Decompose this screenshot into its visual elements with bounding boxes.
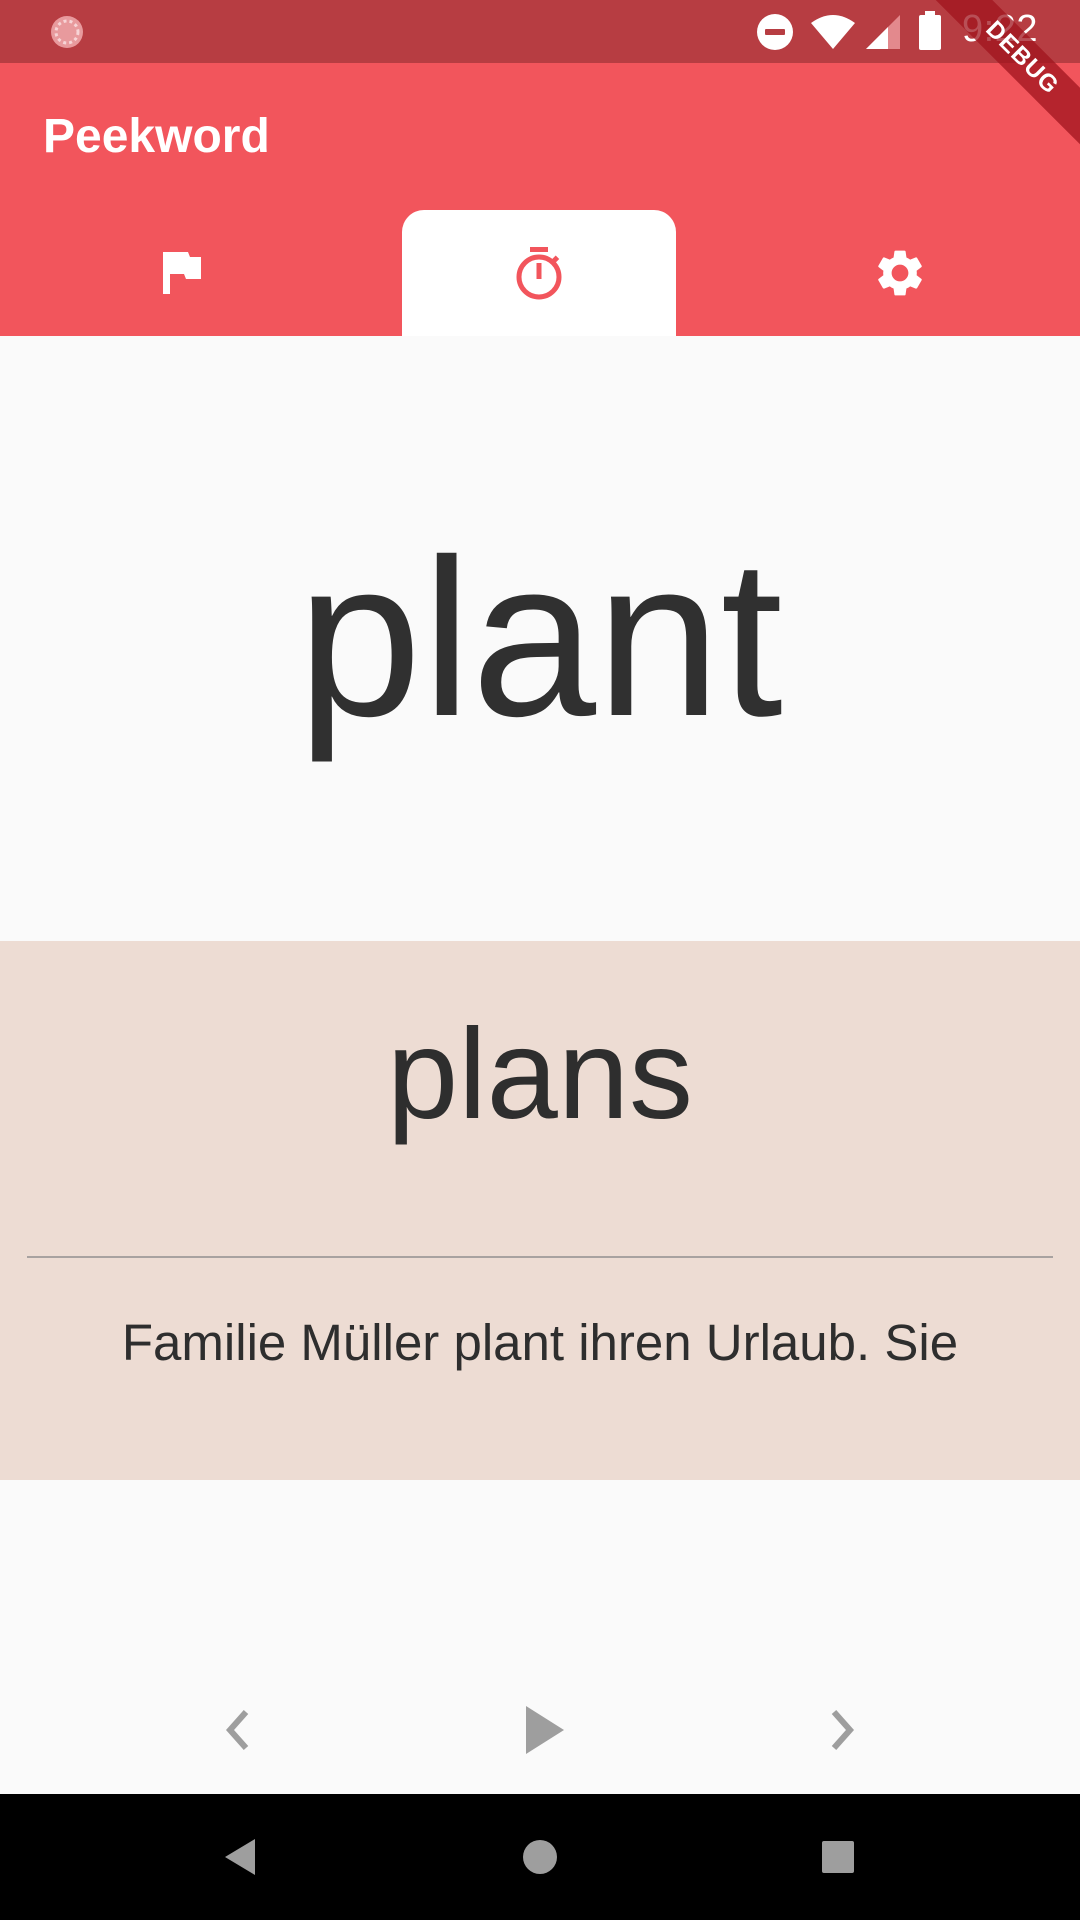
- chevron-left-icon: [225, 1710, 249, 1750]
- tab-settings[interactable]: [763, 210, 1037, 336]
- back-triangle-icon: [225, 1839, 255, 1875]
- chevron-right-icon: [831, 1710, 855, 1750]
- play-icon: [526, 1706, 564, 1754]
- loading-circle-icon: [49, 14, 85, 50]
- example-sentence: Familie Müller plant ihren Urlaub. Sie: [121, 1314, 959, 1371]
- translation-word: plans: [387, 1003, 693, 1146]
- nav-home-button[interactable]: [500, 1817, 580, 1897]
- tab-flag[interactable]: [45, 210, 319, 336]
- wifi-icon: [811, 15, 855, 49]
- status-time: 9:22: [962, 8, 1038, 50]
- cellular-signal-icon: [866, 15, 900, 49]
- recents-square-icon: [822, 1841, 854, 1873]
- divider: [27, 1256, 1053, 1258]
- nav-back-button[interactable]: [201, 1817, 281, 1897]
- system-nav-bar: [0, 1794, 1080, 1920]
- next-button[interactable]: [792, 1680, 892, 1780]
- tab-timer[interactable]: [402, 210, 676, 336]
- status-bar: 9:22: [0, 0, 1080, 63]
- previous-button[interactable]: [188, 1680, 288, 1780]
- app-title: Peekword: [43, 110, 270, 163]
- translation-panel: plans Familie Müller plant ihren Urlaub.…: [0, 941, 1080, 1480]
- nav-recents-button[interactable]: [798, 1817, 878, 1897]
- gear-icon: [878, 250, 922, 296]
- home-circle-icon: [523, 1840, 557, 1874]
- do-not-disturb-icon: [757, 14, 793, 50]
- play-button[interactable]: [494, 1680, 594, 1780]
- playback-controls: [0, 1680, 1080, 1780]
- flag-icon: [163, 252, 201, 294]
- status-icons: 9:22: [740, 0, 1080, 63]
- battery-icon: [919, 11, 941, 50]
- timer-icon: [516, 247, 562, 300]
- word-panel: plant: [0, 336, 1080, 941]
- main-word: plant: [297, 513, 783, 763]
- app-bar: Peekword: [0, 63, 1080, 336]
